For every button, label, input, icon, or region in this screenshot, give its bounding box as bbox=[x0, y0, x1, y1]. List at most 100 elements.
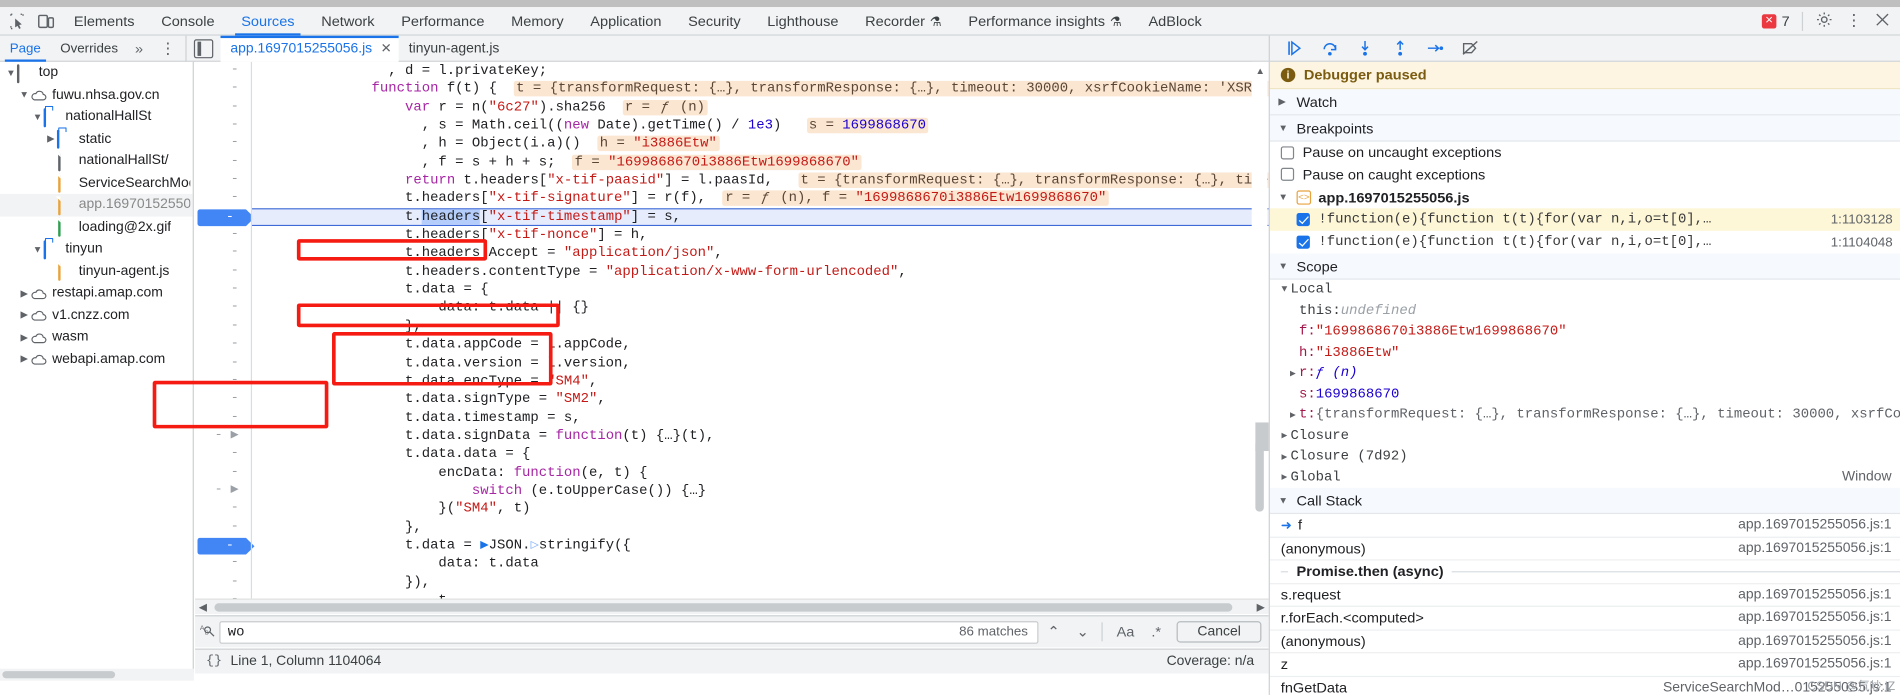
gutter-line[interactable]: - bbox=[195, 299, 250, 317]
gutter-line[interactable]: - bbox=[195, 336, 250, 354]
call-stack-frame[interactable]: ➜ f app.1697015255056.js:1 bbox=[1269, 514, 1900, 538]
close-icon[interactable] bbox=[1875, 11, 1891, 30]
scope-variable-s[interactable]: s: 1699868670 bbox=[1270, 384, 1900, 405]
tree-item-nationalhallst[interactable]: ▼ nationalHallSt bbox=[0, 106, 193, 128]
chevron-right-icon[interactable]: ▶ bbox=[18, 310, 30, 321]
code-line[interactable]: switch (e.toUpperCase()) {…} bbox=[252, 482, 1269, 500]
search-previous-button[interactable]: ⌃ bbox=[1039, 624, 1068, 641]
navigator-menu-icon[interactable]: ⋮ bbox=[150, 39, 185, 58]
gutter-line[interactable]: - bbox=[195, 226, 250, 244]
chevron-right-icon[interactable]: ▶ bbox=[1278, 472, 1290, 484]
chevron-right-icon[interactable]: ▶ bbox=[1278, 451, 1290, 463]
code-line[interactable]: }, bbox=[252, 317, 1269, 335]
code-line[interactable]: }, bbox=[252, 518, 1269, 536]
chevron-right-icon[interactable]: ▶ bbox=[18, 288, 30, 299]
code-line[interactable]: , s = Math.ceil((new Date).getTime() / 1… bbox=[252, 117, 1269, 135]
code-line[interactable]: t.data.timestamp = s, bbox=[252, 409, 1269, 427]
tree-item-v1-cnzz-com[interactable]: ▶ v1.cnzz.com bbox=[0, 304, 193, 326]
gutter-line[interactable]: - bbox=[195, 317, 250, 335]
code-line[interactable]: function f(t) { t = {transformRequest: {… bbox=[252, 80, 1269, 98]
navigator-tab-overrides[interactable]: Overrides bbox=[51, 35, 128, 61]
error-count-badge[interactable]: 7 bbox=[1762, 11, 1790, 29]
chevron-down-icon[interactable]: ▼ bbox=[5, 68, 17, 79]
tree-item-restapi-amap-com[interactable]: ▶ restapi.amap.com bbox=[0, 282, 193, 304]
gutter-line[interactable]: - bbox=[195, 391, 250, 409]
call-stack-section-header[interactable]: ▼ Call Stack bbox=[1269, 487, 1900, 515]
close-tab-icon[interactable]: ✕ bbox=[381, 41, 392, 55]
step-over-next-call-icon[interactable] bbox=[1321, 39, 1339, 57]
gutter-line[interactable]: - bbox=[195, 409, 250, 427]
editor-vertical-scrollbar[interactable]: ▲ bbox=[1251, 61, 1268, 603]
breakpoint-enabled-checkbox[interactable] bbox=[1296, 213, 1310, 227]
cancel-button[interactable]: Cancel bbox=[1176, 621, 1262, 643]
tree-item-fuwu-nhsa-gov-cn[interactable]: ▼ fuwu.nhsa.gov.cn bbox=[0, 84, 193, 106]
scope-closure[interactable]: ▶ Closure bbox=[1270, 425, 1900, 446]
code-line[interactable]: }("SM4", t) bbox=[252, 500, 1269, 518]
gutter-line[interactable]: - bbox=[195, 62, 250, 80]
call-stack-frame[interactable]: (anonymous) app.1697015255056.js:1 bbox=[1269, 630, 1900, 654]
gutter-line[interactable]: - bbox=[195, 372, 250, 390]
scroll-up-arrow-icon[interactable]: ▲ bbox=[1255, 65, 1265, 76]
show-navigator-icon[interactable] bbox=[193, 38, 214, 58]
pause-caught-exceptions-row[interactable]: Pause on caught exceptions bbox=[1270, 164, 1900, 186]
chevron-right-icon[interactable]: ▶ bbox=[18, 354, 30, 365]
code-line[interactable]: t.headers["x-tif-signature"] = r(f), r =… bbox=[252, 190, 1269, 208]
pause-uncaught-exceptions-row[interactable]: Pause on uncaught exceptions bbox=[1270, 142, 1900, 164]
file-navigator-panel[interactable]: ▼ top ▼ fuwu.nhsa.gov.cn ▼ nationalHallSt ▶ sta… bbox=[0, 61, 194, 673]
call-stack-frame[interactable]: r.forEach.<computed> app.1697015255056.js… bbox=[1269, 607, 1900, 631]
breakpoint-marker[interactable]: - bbox=[197, 209, 255, 226]
tree-item-loading-2x-gif[interactable]: ▶loading@2x.gif bbox=[0, 216, 193, 238]
more-options-icon[interactable]: ⋮ bbox=[1845, 11, 1862, 31]
tab-recorder[interactable]: Recorder ⚗ bbox=[852, 7, 955, 36]
gutter-line[interactable]: - ▶ bbox=[195, 482, 250, 500]
code-line[interactable]: data: t.data bbox=[252, 555, 1269, 573]
code-line[interactable]: t.data = { bbox=[252, 281, 1269, 299]
tree-item-tinyun[interactable]: ▼ tinyun bbox=[0, 238, 193, 260]
code-line[interactable]: t.data.encType = "SM4", bbox=[252, 372, 1269, 390]
tree-item-app-169701525505[interactable]: ▶app.169701525505 bbox=[0, 193, 193, 216]
call-stack-frame[interactable]: s.request app.1697015255056.js:1 bbox=[1269, 584, 1900, 607]
breakpoints-section-header[interactable]: ▼ Breakpoints bbox=[1269, 115, 1900, 142]
navigator-tab-page[interactable]: Page bbox=[0, 35, 51, 62]
chevron-right-icon[interactable]: ▶ bbox=[18, 332, 30, 343]
step-out-of-current-function-icon[interactable] bbox=[1391, 39, 1409, 57]
pause-uncaught-checkbox[interactable] bbox=[1280, 146, 1295, 160]
chevron-down-icon[interactable]: ▼ bbox=[18, 90, 30, 101]
call-stack-frame[interactable]: (anonymous) app.1697015255056.js:1 bbox=[1269, 537, 1900, 561]
tab-network[interactable]: Network bbox=[308, 7, 388, 36]
code-line[interactable]: , d = l.privateKey; bbox=[252, 62, 1269, 80]
resume-script-execution-icon[interactable] bbox=[1286, 39, 1304, 57]
code-line[interactable]: , f = s + h + s; f = "1699868670i3886Etw… bbox=[252, 153, 1269, 171]
device-toolbar-icon[interactable] bbox=[36, 11, 55, 30]
scope-section-header[interactable]: ▼ Scope bbox=[1269, 253, 1900, 280]
tree-item-top[interactable]: ▼ top bbox=[0, 62, 193, 84]
tab-performance-insights[interactable]: Performance insights ⚗ bbox=[955, 7, 1135, 36]
tab-adblock[interactable]: AdBlock bbox=[1135, 7, 1215, 36]
chevron-right-icon[interactable]: ▶ bbox=[1278, 430, 1290, 442]
step-into-next-call-icon[interactable] bbox=[1356, 39, 1374, 57]
chevron-down-icon[interactable]: ▼ bbox=[32, 244, 44, 255]
watch-section-header[interactable]: ▶ Watch bbox=[1269, 89, 1900, 116]
gutter-line[interactable]: - bbox=[195, 80, 250, 98]
gutter-line[interactable]: - bbox=[195, 244, 250, 262]
scope-variable-h[interactable]: h: "i3886Etw" bbox=[1270, 342, 1900, 363]
scope-variable-r[interactable]: ▶ r: ƒ (n) bbox=[1270, 363, 1900, 384]
breakpoint-file-group[interactable]: ▼ <> app.1697015255056.js bbox=[1270, 186, 1900, 209]
code-line[interactable]: t.data.appCode = l.appCode, bbox=[252, 336, 1269, 354]
code-line[interactable]: encData: function(e, t) { bbox=[252, 464, 1269, 482]
search-next-button[interactable]: ⌄ bbox=[1068, 624, 1097, 641]
tab-lighthouse[interactable]: Lighthouse bbox=[754, 7, 852, 36]
breakpoint-marker[interactable]: - bbox=[197, 537, 255, 555]
code-line[interactable]: t.data.signData = function(t) {…}(t), bbox=[252, 427, 1269, 445]
code-line[interactable]: data: t.data || {} bbox=[252, 299, 1269, 317]
scope-variable-t[interactable]: ▶ t: {transformRequest: {…}, transformRes… bbox=[1270, 405, 1900, 426]
code-line[interactable]: t.data.version = l.version, bbox=[252, 354, 1269, 372]
gutter-line[interactable]: - bbox=[195, 98, 250, 116]
scroll-left-arrow-icon[interactable]: ◀ bbox=[199, 601, 207, 614]
code-line[interactable]: t.headers.contentType = "application/x-w… bbox=[252, 263, 1269, 281]
gutter-line[interactable]: - bbox=[195, 153, 250, 171]
code-line[interactable]: t.data.data = { bbox=[252, 445, 1269, 463]
gear-icon[interactable] bbox=[1815, 10, 1833, 31]
tree-item-wasm[interactable]: ▶ wasm bbox=[0, 326, 193, 348]
call-stack-frame[interactable]: fnGetData ServiceSearchMod…0152550S5.js:1 bbox=[1270, 676, 1900, 695]
